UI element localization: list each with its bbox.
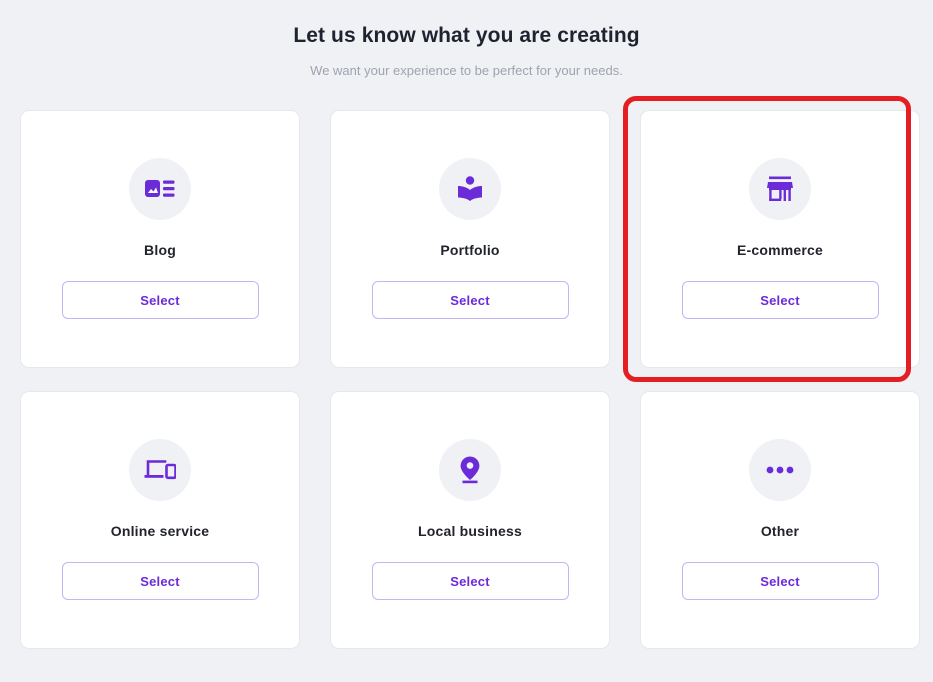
icon-container [439, 158, 501, 220]
page-title: Let us know what you are creating [293, 24, 640, 47]
article-image-icon [145, 177, 175, 201]
card-label: Online service [110, 523, 210, 539]
open-book-person-icon [456, 175, 484, 203]
select-button-local-business[interactable]: Select [371, 562, 569, 600]
card-label: E-commerce [736, 242, 824, 258]
site-type-card-other[interactable]: Other Select [640, 391, 920, 649]
icon-container [129, 158, 191, 220]
site-type-card-local-business[interactable]: Local business Select [330, 391, 610, 649]
devices-laptop-phone-icon [144, 458, 176, 482]
select-button-blog[interactable]: Select [61, 281, 259, 319]
card-label: Local business [418, 523, 522, 539]
select-button-ecommerce[interactable]: Select [681, 281, 879, 319]
card-label: Other [760, 523, 800, 539]
select-button-portfolio[interactable]: Select [371, 281, 569, 319]
site-type-card-portfolio[interactable]: Portfolio Select [330, 110, 610, 368]
icon-container [749, 439, 811, 501]
site-type-card-grid: Blog Select Portfolio Select E-commerce … [20, 110, 920, 649]
page-header: Let us know what you are creating We wan… [0, 0, 933, 80]
page-subtitle: We want your experience to be perfect fo… [310, 63, 623, 78]
select-button-online-service[interactable]: Select [61, 562, 259, 600]
icon-container [439, 439, 501, 501]
icon-container [129, 439, 191, 501]
select-button-other[interactable]: Select [681, 562, 879, 600]
storefront-icon [766, 176, 794, 202]
map-pin-icon [458, 456, 482, 484]
onboarding-site-type-page: Let us know what you are creating We wan… [0, 0, 933, 682]
site-type-card-ecommerce[interactable]: E-commerce Select [640, 110, 920, 368]
ellipsis-icon [766, 466, 794, 474]
site-type-card-blog[interactable]: Blog Select [20, 110, 300, 368]
site-type-card-online-service[interactable]: Online service Select [20, 391, 300, 649]
card-label: Blog [144, 242, 176, 258]
card-label: Portfolio [440, 242, 500, 258]
icon-container [749, 158, 811, 220]
